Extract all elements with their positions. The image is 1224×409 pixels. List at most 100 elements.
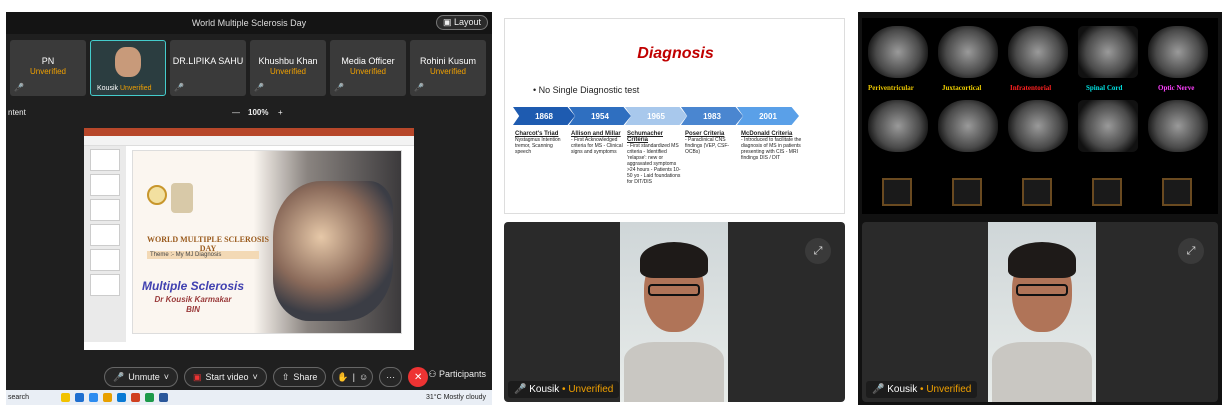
excel-icon[interactable] [145,393,154,402]
slide-thumbnail [90,274,120,296]
column-text: - Introduced to facilitate the diagnosis… [741,137,802,161]
timeline-column: McDonald Criteria - Introduced to facilit… [741,131,805,161]
zoom-in-button[interactable]: + [278,108,283,117]
speaker-namebar: 🎤 Kousik • Unverified [508,381,620,398]
leave-button[interactable]: ✕ [408,367,429,387]
search-box[interactable]: search [8,394,56,401]
participants-label: Participants [438,369,486,379]
expand-icon[interactable]: ⤢ [805,238,831,264]
slide-thumbnail [90,224,120,246]
edge-icon[interactable] [117,393,126,402]
participant-status: Unverified [119,85,152,92]
video-off-icon: ▣ [193,371,202,382]
speaker-image [988,222,1096,402]
weather-status: 31°C Mostly cloudy [426,394,486,401]
speaker-video[interactable]: ⤢ 🎤 Kousik • Unverified [862,222,1218,402]
mri-scan [868,100,928,152]
column-text: - First standardized MS criteria - Ident… [627,143,681,185]
mri-scan [1078,100,1138,152]
mri-scan [1008,26,1068,78]
mic-icon: 🎤 [872,384,885,395]
participant-name: Khushbu Khan [258,56,318,66]
meeting-title: World Multiple Sclerosis Day [191,18,307,28]
slide-org: BIN [186,305,200,314]
reactions-icon: ☺ [358,372,369,382]
slide-title: Multiple Sclerosis [141,279,245,293]
speaker-shirt [992,342,1092,402]
participants-button[interactable]: ⚇ Participants [428,369,486,380]
meeting-window: World Multiple Sclerosis Day ▣ Layout PN… [6,12,492,405]
participant-name: Media Officer [341,56,395,66]
zoom-app-icon[interactable] [89,393,98,402]
raise-hand-button[interactable]: ✋ | ☺ [332,367,374,387]
start-video-button[interactable]: ▣ Start video ˅ [184,367,267,387]
speaker-hair [640,242,708,278]
mri-slide: Periventricular Juxtacortical Infratento… [862,18,1218,214]
unmute-button[interactable]: 🎤 Unmute ˅ [104,367,178,387]
share-zoom-row: ntent — 100% + [6,108,492,122]
shared-screen[interactable]: WORLD MULTIPLE SCLEROSIS DAY Theme :- My… [84,128,414,350]
slide-thumbnail [90,149,120,171]
participant-tile[interactable]: Kousik Unverified [90,40,166,96]
participant-tile[interactable]: PN Unverified 🎤 [10,40,86,96]
mic-muted-icon: 🎤 [254,83,264,92]
mri-scan [1148,26,1208,78]
slide-thumbnails [84,146,126,342]
meeting-window-3: Periventricular Juxtacortical Infratento… [858,12,1222,405]
mri-scan [1078,26,1138,78]
mri-label: Optic Nerve [1158,84,1194,92]
timeline-arrow: 1868 [513,107,575,125]
file-explorer-icon[interactable] [103,393,112,402]
share-label: Share [293,372,318,382]
share-icon: ⇧ [281,371,290,382]
slide-thumbnail [90,199,120,221]
widgets-icon[interactable] [61,393,70,402]
mri-label: Juxtacortical [942,84,981,92]
speaker-name: Kousik [529,384,560,395]
zoom-out-button[interactable]: — [232,108,240,117]
column-text: - Paraclinical CNS findings (VEP, CSF-OC… [685,137,730,155]
mri-scan [868,26,928,78]
mri-label: Infratentorial [1010,84,1051,92]
more-button[interactable]: ··· [379,367,403,387]
thumbnail-icon [1162,178,1192,206]
participant-status: Unverified [269,67,306,76]
mic-muted-icon: 🎤 [174,83,184,92]
seal-logo [147,185,167,205]
zoom-level: 100% [248,108,269,117]
participant-status: Unverified [29,67,66,76]
slide-thumbnail [90,249,120,271]
thumbnail-icon [882,178,912,206]
layout-button[interactable]: ▣ Layout [435,15,488,30]
speaker-image [620,222,728,402]
word-icon[interactable] [159,393,168,402]
participant-tile[interactable]: Media Officer Unverified 🎤 [330,40,406,96]
people-icon: ⚇ [428,369,437,379]
timeline-arrow: 2001 [737,107,799,125]
mri-scan [1148,100,1208,152]
participant-name: PN [41,56,55,66]
speaker-hair [1008,242,1076,278]
participant-tile[interactable]: Khushbu Khan Unverified 🎤 [250,40,326,96]
shared-slide: Diagnosis • No Single Diagnostic test 18… [504,18,845,214]
share-button[interactable]: ⇧ Share [272,367,327,387]
mic-muted-icon: 🎤 [113,371,125,382]
layout-label: Layout [453,17,481,27]
slide-bullet: • No Single Diagnostic test [533,85,640,95]
column-text: Nystagmus Intention tremor, Scanning spe… [515,137,561,155]
emblem-logo [171,183,193,213]
speaker-status: Unverified [568,384,614,395]
participant-tile[interactable]: DR.LIPIKA SAHU 🎤 [170,40,246,96]
participant-name: DR.LIPIKA SAHU [172,56,244,66]
mic-muted-icon: 🎤 [414,83,424,92]
mri-scan [938,100,998,152]
start-icon[interactable] [75,393,84,402]
participant-tile[interactable]: Rohini Kusum Unverified 🎤 [410,40,486,96]
speaker-status: Unverified [926,384,972,395]
participant-status: Unverified [349,67,386,76]
column-text: - First Acknowledged criteria for MS - C… [571,137,623,155]
expand-icon[interactable]: ⤢ [1178,238,1204,264]
speaker-video[interactable]: ⤢ 🎤 Kousik • Unverified [504,222,845,402]
mic-muted-icon: 🎤 [14,83,24,92]
powerpoint-icon[interactable] [131,393,140,402]
